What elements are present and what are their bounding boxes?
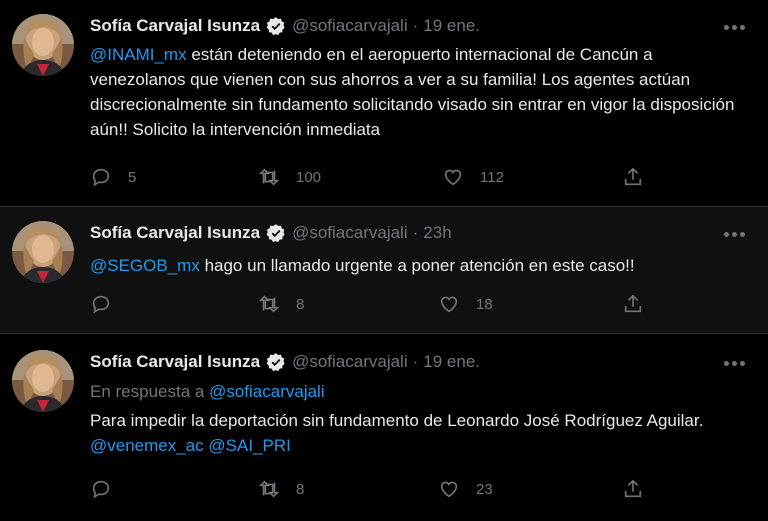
retweet-button[interactable]: 8	[258, 293, 304, 315]
like-icon	[444, 169, 462, 186]
tweet-actions: 5 100 112	[90, 166, 670, 190]
tweet-text-content: están deteniendo en el aeropuerto intern…	[90, 45, 735, 139]
tweet-1[interactable]: Sofía Carvajal Isunza @sofiacarvajali · …	[0, 0, 768, 206]
like-button[interactable]: 23	[438, 478, 493, 500]
timestamp[interactable]: 19 ene.	[423, 16, 480, 36]
retweet-count: 8	[296, 295, 305, 313]
reply-icon	[92, 168, 110, 187]
author-name[interactable]: Sofía Carvajal Isunza	[90, 223, 260, 243]
tweet-header: Sofía Carvajal Isunza @sofiacarvajali · …	[90, 352, 480, 372]
share-button[interactable]	[622, 293, 644, 315]
tweet-text-content: hago un llamado urgente a poner atención…	[199, 256, 635, 275]
reply-icon	[92, 295, 110, 314]
like-button[interactable]: 112	[442, 166, 504, 188]
tweet-text-content: Para impedir la deportación sin fundamen…	[90, 411, 704, 430]
tweet-2[interactable]: Sofía Carvajal Isunza @sofiacarvajali · …	[0, 206, 768, 333]
retweet-count: 100	[296, 168, 322, 186]
tweet-text: @INAMI_mx están deteniendo en el aeropue…	[90, 42, 740, 142]
verified-badge-icon	[266, 353, 285, 372]
timestamp[interactable]: 19 ene.	[423, 352, 480, 372]
author-handle[interactable]: @sofiacarvajali	[292, 16, 408, 36]
reply-icon	[92, 480, 110, 499]
retweet-button[interactable]: 8	[258, 478, 304, 500]
retweet-count: 8	[296, 480, 305, 498]
more-icon[interactable]	[724, 360, 746, 368]
more-icon[interactable]	[724, 231, 746, 239]
reply-context: En respuesta a @sofiacarvajali	[90, 382, 325, 402]
tweet-actions: 8 23	[90, 478, 670, 502]
verified-badge-icon	[266, 17, 285, 36]
retweet-icon	[258, 295, 280, 313]
reply-button[interactable]	[90, 478, 112, 500]
mention-link[interactable]: @venemex_ac	[90, 436, 204, 455]
mention-link[interactable]: @INAMI_mx	[90, 45, 187, 64]
retweet-icon	[258, 168, 280, 186]
like-button[interactable]: 18	[438, 293, 493, 315]
mention-link[interactable]: @SAI_PRI	[208, 436, 290, 455]
tweet-text: @SEGOB_mx hago un llamado urgente a pone…	[90, 253, 740, 278]
reply-button[interactable]	[90, 293, 112, 315]
like-icon	[440, 481, 458, 498]
avatar[interactable]	[12, 221, 74, 283]
reply-prefix: En respuesta a	[90, 382, 210, 401]
reply-button[interactable]: 5	[90, 166, 136, 188]
tweet-actions: 8 18	[90, 293, 670, 317]
tweet-text: Para impedir la deportación sin fundamen…	[90, 408, 740, 458]
like-count: 18	[476, 295, 493, 313]
like-count: 112	[480, 168, 504, 186]
tweet-header: Sofía Carvajal Isunza @sofiacarvajali · …	[90, 16, 480, 36]
mention-link[interactable]: @SEGOB_mx	[90, 256, 200, 275]
avatar[interactable]	[12, 350, 74, 412]
share-button[interactable]	[622, 478, 644, 500]
author-handle[interactable]: @sofiacarvajali	[292, 223, 408, 243]
verified-badge-icon	[266, 224, 285, 243]
share-icon	[624, 479, 642, 498]
reply-handle-link[interactable]: @sofiacarvajali	[209, 382, 325, 401]
retweet-icon	[258, 480, 280, 498]
more-icon[interactable]	[724, 24, 746, 32]
separator-dot: ·	[412, 223, 419, 242]
separator-dot: ·	[412, 16, 419, 35]
reply-count: 5	[128, 168, 137, 186]
share-icon	[624, 294, 642, 313]
tweet-header: Sofía Carvajal Isunza @sofiacarvajali · …	[90, 223, 452, 243]
retweet-button[interactable]: 100	[258, 166, 321, 188]
author-handle[interactable]: @sofiacarvajali	[292, 352, 408, 372]
avatar[interactable]	[12, 14, 74, 76]
like-icon	[440, 296, 458, 313]
share-button[interactable]	[622, 166, 644, 188]
tweet-3[interactable]: Sofía Carvajal Isunza @sofiacarvajali · …	[0, 333, 768, 521]
like-count: 23	[476, 480, 493, 498]
author-name[interactable]: Sofía Carvajal Isunza	[90, 16, 260, 36]
timestamp[interactable]: 23h	[423, 223, 451, 243]
separator-dot: ·	[412, 352, 419, 371]
author-name[interactable]: Sofía Carvajal Isunza	[90, 352, 260, 372]
share-icon	[624, 167, 642, 186]
